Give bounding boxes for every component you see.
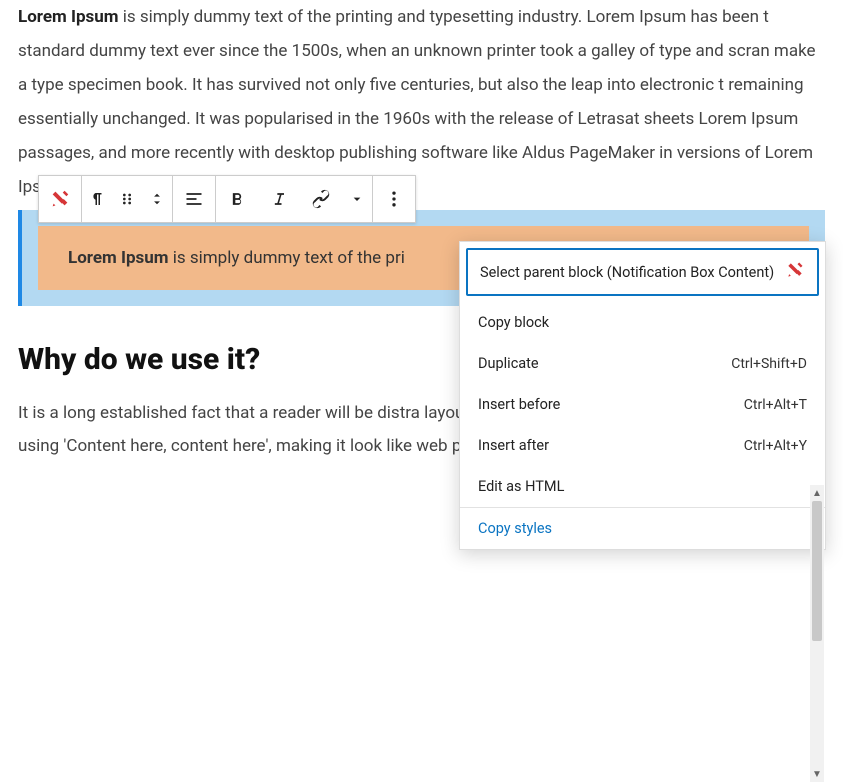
duplicate-shortcut: Ctrl+Shift+D <box>731 356 807 372</box>
duplicate-label: Duplicate <box>478 355 539 372</box>
insert-after-shortcut: Ctrl+Alt+Y <box>744 438 807 454</box>
paragraph-1-text: is simply dummy text of the printing and… <box>18 7 816 197</box>
parent-block-icon <box>785 260 805 284</box>
align-left-icon <box>184 189 204 209</box>
block-options-menu: Select parent block (Notification Box Co… <box>459 241 826 550</box>
callout-bold: Lorem Ipsum <box>68 248 169 268</box>
drag-handle-icon <box>119 191 135 207</box>
insert-before-label: Insert before <box>478 396 560 413</box>
block-type-button[interactable] <box>39 176 81 222</box>
select-parent-label: Select parent block (Notification Box Co… <box>480 264 774 281</box>
align-button[interactable] <box>173 176 215 222</box>
insert-after-item[interactable]: Insert after Ctrl+Alt+Y <box>460 425 825 466</box>
copy-styles-label: Copy styles <box>478 520 552 537</box>
insert-before-shortcut: Ctrl+Alt+T <box>744 397 807 413</box>
body-paragraph-1: Lorem Ipsum is simply dummy text of the … <box>18 0 825 204</box>
move-arrows-button[interactable] <box>142 176 172 222</box>
bold-lead: Lorem Ipsum <box>18 7 119 27</box>
bold-button[interactable] <box>216 176 258 222</box>
drag-handle-button[interactable] <box>112 176 142 222</box>
edit-as-html-label: Edit as HTML <box>478 478 564 495</box>
more-vertical-icon <box>384 189 404 209</box>
italic-icon <box>269 189 289 209</box>
block-toolbar <box>38 175 416 223</box>
callout-text: is simply dummy text of the pri <box>169 248 405 268</box>
edit-as-html-item[interactable]: Edit as HTML <box>460 466 825 507</box>
copy-block-label: Copy block <box>478 314 549 331</box>
link-button[interactable] <box>300 176 342 222</box>
scroll-down-arrow[interactable]: ▼ <box>810 766 824 782</box>
copy-block-item[interactable]: Copy block <box>460 302 825 343</box>
duplicate-item[interactable]: Duplicate Ctrl+Shift+D <box>460 343 825 384</box>
chevron-down-icon <box>349 191 365 207</box>
italic-button[interactable] <box>258 176 300 222</box>
insert-before-item[interactable]: Insert before Ctrl+Alt+T <box>460 384 825 425</box>
bold-icon <box>227 189 247 209</box>
more-options-button[interactable] <box>373 176 415 222</box>
insert-after-label: Insert after <box>478 437 549 454</box>
menu-scrollbar[interactable]: ▲ ▼ <box>810 485 824 782</box>
paragraph-tool-button[interactable] <box>82 176 112 222</box>
link-icon <box>310 188 332 210</box>
block-type-icon <box>49 188 71 210</box>
select-parent-block[interactable]: Select parent block (Notification Box Co… <box>466 248 819 296</box>
chevron-up-down-icon <box>150 189 164 209</box>
scroll-up-arrow[interactable]: ▲ <box>810 485 824 501</box>
pilcrow-icon <box>88 190 106 208</box>
more-rich-text-button[interactable] <box>342 176 372 222</box>
scroll-thumb[interactable] <box>812 501 822 641</box>
